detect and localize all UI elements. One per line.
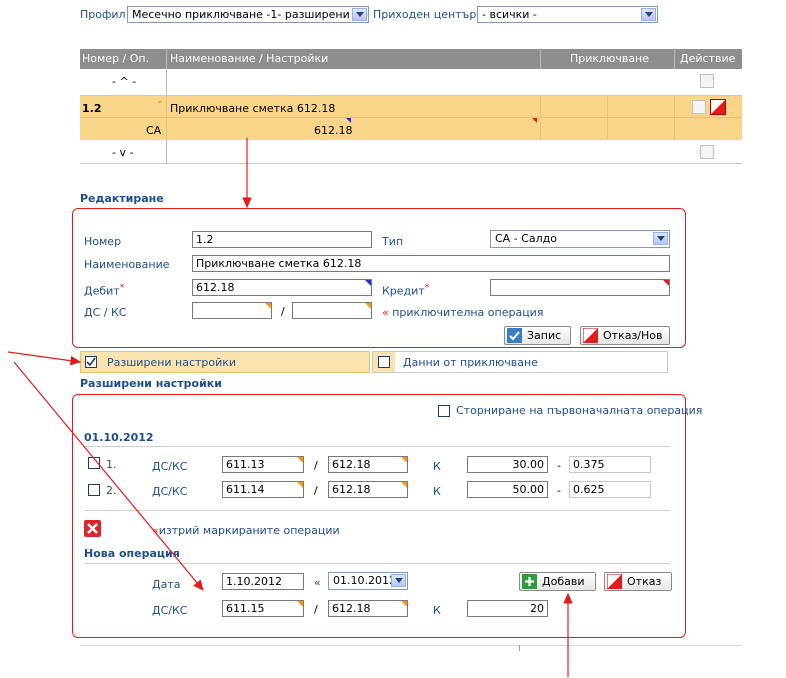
annotation-arrows [7, 138, 573, 677]
